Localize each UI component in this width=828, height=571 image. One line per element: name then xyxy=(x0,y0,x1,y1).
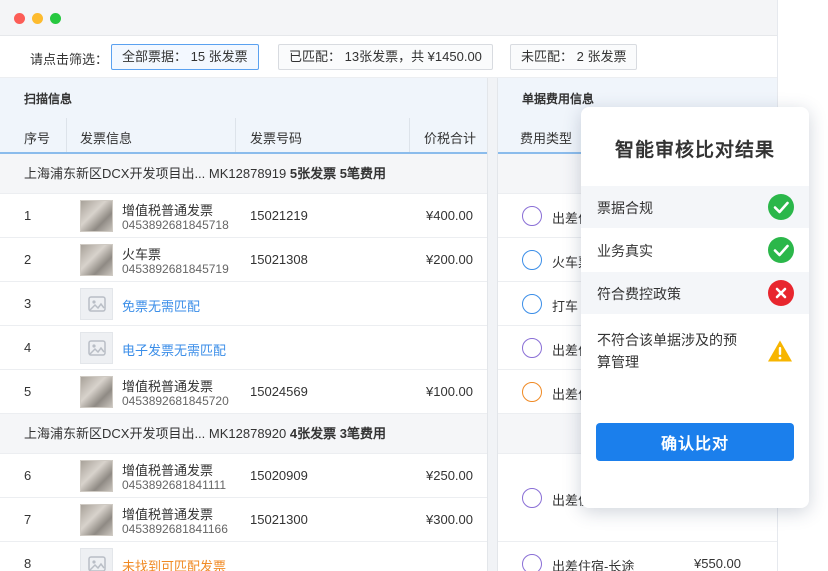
filter-label: 请点击筛选： xyxy=(30,52,109,67)
table-row[interactable]: 5 增值税普通发票 0453892681845720 15024569 ¥100… xyxy=(0,370,487,414)
group-title: 上海浦东新区DCX开发项目出... MK12878920 xyxy=(24,426,287,441)
check-pass-icon xyxy=(768,194,794,220)
no-matching-invoice-link[interactable]: 未找到可匹配发票 xyxy=(122,556,226,571)
bed-icon xyxy=(522,488,542,508)
filter-chip-all[interactable]: 全部票据： 15 张发票 xyxy=(111,44,259,70)
image-placeholder-icon xyxy=(80,332,113,364)
check-label: 不符合该单据涉及的预算管理 xyxy=(597,332,737,370)
warning-icon xyxy=(767,339,793,366)
invoice-number: 15021300 xyxy=(250,512,308,527)
filter-chip-unmatched[interactable]: 未匹配： 2 张发票 xyxy=(510,44,638,70)
invoice-thumbnail[interactable] xyxy=(80,200,113,232)
scan-info-pane: 扫描信息 序号 发票信息 发票号码 价税合计 上海浦东新区DCX开发项目出...… xyxy=(0,78,487,571)
invoice-thumbnail[interactable] xyxy=(80,504,113,536)
check-label: 票据合规 xyxy=(597,200,653,216)
row-index: 8 xyxy=(24,556,32,571)
invoice-amount: ¥250.00 xyxy=(426,468,473,483)
confirm-compare-button[interactable]: 确认比对 xyxy=(596,423,794,461)
check-fail-icon xyxy=(768,280,794,306)
col-total: 价税合计 xyxy=(424,131,477,146)
taxi-icon xyxy=(522,294,542,314)
row-index: 2 xyxy=(24,252,32,267)
bed-icon xyxy=(522,554,542,571)
invoice-number: 15021219 xyxy=(250,208,308,223)
group-header-2[interactable]: 上海浦东新区DCX开发项目出... MK12878920 4张发票 3笔费用 xyxy=(0,414,487,454)
check-label: 业务真实 xyxy=(597,243,653,259)
scan-info-title: 扫描信息 xyxy=(0,78,487,118)
table-row[interactable]: 7 增值税普通发票 0453892681841166 15021300 ¥300… xyxy=(0,498,487,542)
invoice-thumbnail[interactable] xyxy=(80,244,113,276)
table-row[interactable]: 1 增值税普通发票 0453892681845718 15021219 ¥400… xyxy=(0,194,487,238)
table-row[interactable]: 4 电子发票无需匹配 xyxy=(0,326,487,370)
col-index: 序号 xyxy=(24,131,51,146)
pane-splitter[interactable] xyxy=(487,78,498,571)
e-invoice-no-match-link[interactable]: 电子发票无需匹配 xyxy=(122,340,226,359)
row-index: 7 xyxy=(24,512,32,527)
row-index: 4 xyxy=(24,340,32,355)
invoice-code: 0453892681845720 xyxy=(122,394,229,408)
check-item-authenticity: 业务真实 xyxy=(581,229,809,271)
table-row[interactable]: 8 未找到可匹配发票 xyxy=(0,542,487,571)
table-row[interactable]: 6 增值税普通发票 0453892681841111 15020909 ¥250… xyxy=(0,454,487,498)
invoice-count: 5张发票 xyxy=(289,166,337,181)
invoice-amount: ¥100.00 xyxy=(426,384,473,399)
invoice-thumbnail[interactable] xyxy=(80,376,113,408)
invoice-code: 0453892681841166 xyxy=(122,522,228,536)
expense-type: 出差住宿-长途 xyxy=(552,559,635,571)
invoice-number: 15021308 xyxy=(250,252,308,267)
invoice-code: 0453892681845718 xyxy=(122,218,229,232)
fee-count: 5笔费用 xyxy=(339,166,386,181)
invoice-thumbnail[interactable] xyxy=(80,460,113,492)
row-index: 3 xyxy=(24,296,32,311)
table-row[interactable]: 2 火车票 0453892681845719 15021308 ¥200.00 xyxy=(0,238,487,282)
invoice-number: 15020909 xyxy=(250,468,308,483)
image-placeholder-icon xyxy=(80,548,113,571)
bed-icon xyxy=(522,206,542,226)
invoice-amount: ¥400.00 xyxy=(426,208,473,223)
row-index: 6 xyxy=(24,468,32,483)
invoice-type: 火车票 xyxy=(122,247,162,262)
invoice-type: 增值税普通发票 xyxy=(122,379,214,394)
group-header-1[interactable]: 上海浦东新区DCX开发项目出... MK12878919 5张发票 5笔费用 xyxy=(0,154,487,194)
invoice-type: 增值税普通发票 xyxy=(122,203,214,218)
invoice-amount: ¥200.00 xyxy=(426,252,473,267)
check-item-compliance: 票据合规 xyxy=(581,186,809,228)
filter-chip-matched[interactable]: 已匹配： 13张发票，共 ¥1450.00 xyxy=(278,44,493,70)
minimize-window-button[interactable] xyxy=(32,13,43,24)
close-window-button[interactable] xyxy=(14,13,25,24)
meal-icon xyxy=(522,382,542,402)
no-match-needed-link[interactable]: 免票无需匹配 xyxy=(122,296,200,315)
train-icon xyxy=(522,250,542,270)
check-item-policy: 符合费控政策 xyxy=(581,272,809,314)
invoice-count: 4张发票 xyxy=(289,426,337,441)
image-placeholder-icon xyxy=(80,288,113,320)
table-row[interactable]: 3 免票无需匹配 xyxy=(0,282,487,326)
audit-result-panel: 智能审核比对结果 票据合规 业务真实 符合费控政策 不符合该单据涉及的预算管理 … xyxy=(581,107,809,508)
invoice-type: 增值税普通发票 xyxy=(122,507,214,522)
expense-type: 打车 xyxy=(552,299,579,314)
panel-title: 智能审核比对结果 xyxy=(614,140,775,161)
expense-row[interactable]: 出差住宿-长途 ¥550.00 xyxy=(498,542,777,571)
invoice-amount: ¥300.00 xyxy=(426,512,473,527)
title-bar xyxy=(0,0,777,36)
group-title: 上海浦东新区DCX开发项目出... MK12878919 xyxy=(24,166,287,181)
col-invoice-info: 发票信息 xyxy=(80,131,133,146)
invoice-type: 增值税普通发票 xyxy=(122,463,214,478)
row-index: 5 xyxy=(24,384,32,399)
col-expense-type: 费用类型 xyxy=(520,131,573,146)
invoice-code: 0453892681841111 xyxy=(122,478,227,492)
check-item-budget: 不符合该单据涉及的预算管理 xyxy=(581,319,809,381)
fee-count: 3笔费用 xyxy=(339,426,386,441)
filter-bar: 请点击筛选： 全部票据： 15 张发票 已匹配： 13张发票，共 ¥1450.0… xyxy=(0,36,777,78)
maximize-window-button[interactable] xyxy=(50,13,61,24)
invoice-number: 15024569 xyxy=(250,384,308,399)
row-index: 1 xyxy=(24,208,32,223)
check-pass-icon xyxy=(768,237,794,263)
bed-icon xyxy=(522,338,542,358)
invoice-code: 0453892681845719 xyxy=(122,262,229,276)
check-label: 符合费控政策 xyxy=(597,286,681,302)
col-invoice-number: 发票号码 xyxy=(250,131,303,146)
scan-table-header: 序号 发票信息 发票号码 价税合计 xyxy=(0,118,487,154)
expense-amount: ¥550.00 xyxy=(694,556,741,571)
